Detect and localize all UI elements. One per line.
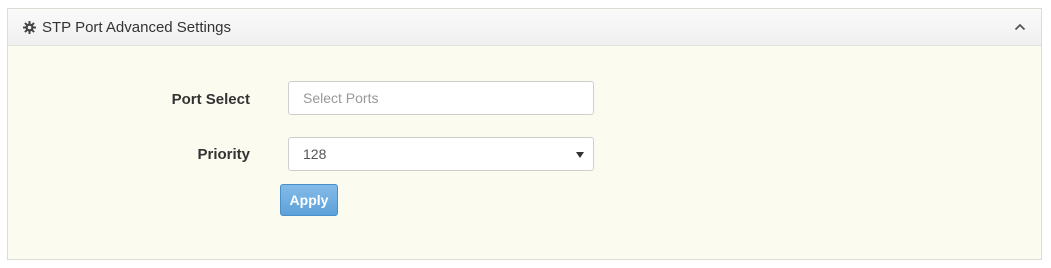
port-select-label: Port Select [171,91,250,108]
dropdown-arrow-icon [576,152,584,158]
apply-button[interactable]: Apply [280,184,338,216]
gear-icon [23,20,36,34]
port-select-input[interactable]: Select Ports [288,81,594,115]
panel-title: STP Port Advanced Settings [42,18,232,36]
priority-label: Priority [197,146,250,163]
chevron-up-icon[interactable] [1013,20,1027,34]
panel-header[interactable]: STP Port Advanced Settings [8,9,1041,46]
priority-select[interactable]: 128 [288,137,594,171]
stp-port-advanced-settings-panel: STP Port Advanced Settings [7,8,1042,260]
port-select-placeholder: Select Ports [303,90,379,106]
priority-value: 128 [303,146,327,162]
